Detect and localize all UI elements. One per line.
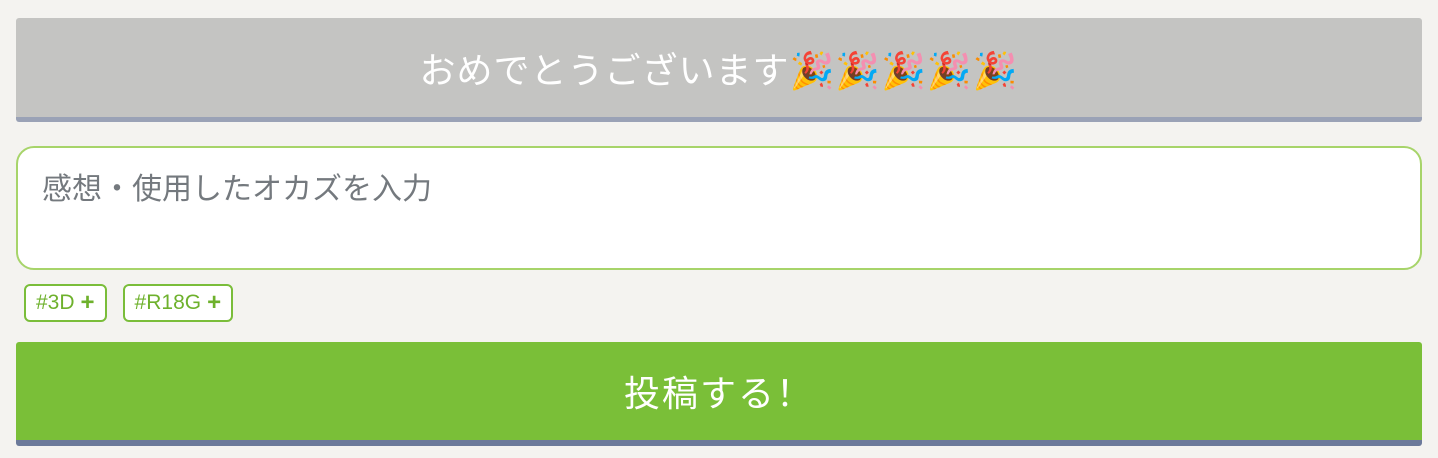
congratulations-banner: おめでとうございます🎉🎉🎉🎉🎉 (16, 18, 1422, 122)
plus-icon: + (207, 289, 222, 316)
submit-button[interactable]: 投稿する！ (16, 342, 1422, 446)
plus-icon: + (80, 289, 95, 316)
congratulations-text: おめでとうございます🎉🎉🎉🎉🎉 (419, 50, 1019, 92)
tag-button-3d[interactable]: #3D + (24, 284, 107, 322)
post-form: おめでとうございます🎉🎉🎉🎉🎉 #3D + #R18G + 投稿する！ (0, 0, 1438, 458)
tag-label: #3D (36, 291, 75, 314)
comment-input[interactable] (16, 146, 1422, 270)
tag-list: #3D + #R18G + (24, 284, 234, 322)
tag-label: #R18G (134, 291, 202, 314)
tag-button-r18g[interactable]: #R18G + (122, 284, 234, 322)
